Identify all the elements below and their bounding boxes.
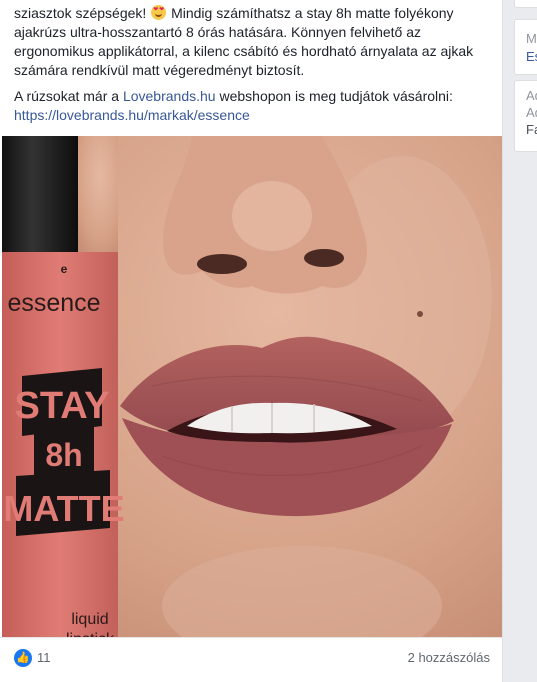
post-card: sziasztok szépségek! Mindig számíthatsz … [0,0,503,682]
like-count[interactable]: 11 [37,650,51,665]
sidebar-card-top [514,0,537,8]
sidebar-card-text-1: M [526,31,537,46]
right-nostril [304,249,344,267]
sidebar-card-text-3: Ad [526,105,537,120]
heart-eyes-emoji-icon [151,5,167,20]
product-line-matte: MATTE [3,488,124,529]
post-paragraph-1: sziasztok szépségek! Mindig számíthatsz … [14,4,488,80]
thumbs-up-icon[interactable]: 👍 [14,649,32,667]
lovebrands-link[interactable]: Lovebrands.hu [123,88,216,104]
brand-logo: essence [7,289,100,317]
post-footer: 👍 11 2 hozzászólás [0,637,502,682]
mole [417,311,423,317]
greeting-text: sziasztok szépségek! [14,5,147,21]
sidebar-card-bottom[interactable]: Ad Ad Fa [514,80,537,152]
post-paragraph-2: A rúzsokat már a Lovebrands.hu webshopon… [14,87,488,125]
sidebar-card-middle[interactable]: M Es [514,19,537,75]
product-line-stay: STAY [14,385,109,427]
post-text: sziasztok szépségek! Mindig számíthatsz … [0,0,502,125]
sidebar-card-text-2: Ad [526,88,537,103]
sidebar-card-text-4: Fa [526,122,537,137]
lipstick-cap [2,136,78,254]
lipstick-tube: e essence STAY 8h MATTE liquid lipstick [2,136,125,637]
product-line-8h: 8h [45,437,82,473]
product-type-liquid: liquid [71,611,108,628]
svg-text:e: e [61,262,68,276]
shop-text-end: webshopon is meg tudjátok vásárolni: [219,88,453,104]
sidebar-card-link[interactable]: Es [526,49,537,64]
post-photo[interactable]: e essence STAY 8h MATTE liquid lipstick [2,136,502,637]
comment-count[interactable]: 2 hozzászólás [408,650,490,665]
shop-url-link[interactable]: https://lovebrands.hu/markak/essence [14,107,250,123]
shop-text-start: A rúzsokat már a [14,88,120,104]
left-nostril [197,254,247,274]
